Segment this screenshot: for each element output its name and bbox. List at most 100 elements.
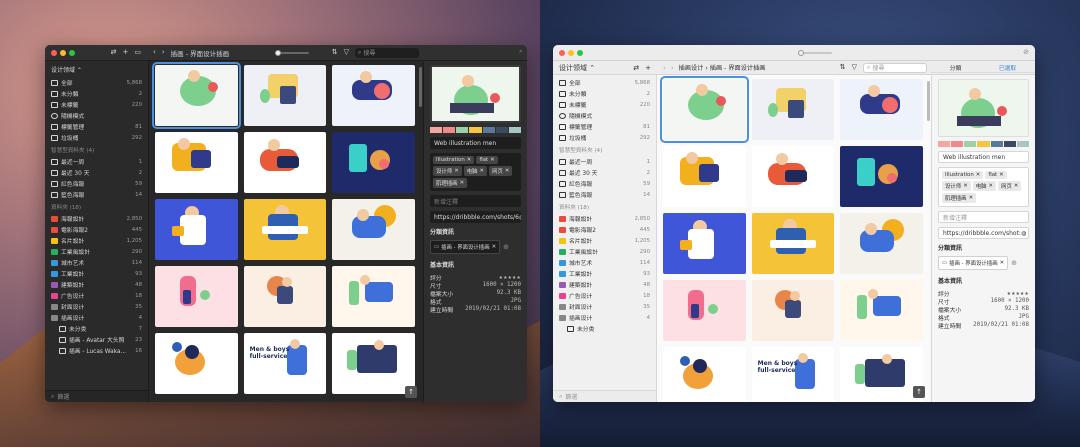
folder-item[interactable]: 广告设计 18 (45, 290, 148, 301)
url-field[interactable]: https://dribbble.com/shot: ◍ (938, 227, 1029, 239)
tag-chip[interactable]: 网页 ✕ (489, 166, 513, 176)
sidebar-item-uncategorized[interactable]: 未分類 2 (45, 88, 148, 99)
color-swatch[interactable] (1016, 141, 1029, 147)
tag-chip[interactable]: 设计师 ✕ (433, 166, 462, 176)
image-thumbnail[interactable] (840, 146, 923, 207)
close-icon[interactable]: ✕ (454, 168, 459, 174)
close-icon[interactable]: ✕ (976, 172, 981, 178)
sync-icon[interactable]: ⇄ (633, 64, 639, 72)
sync-icon[interactable]: ⇄ (111, 49, 117, 56)
close-icon[interactable]: ✕ (1014, 183, 1019, 189)
image-thumbnail[interactable] (663, 213, 746, 274)
folder-item[interactable]: 封面设计 35 (45, 301, 148, 312)
note-field[interactable]: 新增注釋 (938, 211, 1029, 223)
image-thumbnail[interactable] (332, 65, 415, 126)
slider-knob[interactable] (275, 49, 282, 56)
image-thumbnail[interactable] (152, 62, 241, 129)
thumbnail-size-slider[interactable] (275, 49, 310, 56)
image-thumbnail[interactable] (243, 65, 327, 126)
tag-chip[interactable]: 电脑 ✕ (463, 166, 488, 176)
folder-item[interactable]: 名片設計 1,205 (45, 235, 148, 246)
smart-folder-item[interactable]: 紅色海報 59 (553, 178, 656, 189)
forward-icon[interactable]: › (162, 49, 165, 56)
folder-item[interactable]: 工業設計 93 (553, 268, 656, 279)
subfolder-item[interactable]: 未分类 7 (45, 323, 148, 334)
image-thumbnail[interactable] (751, 280, 835, 341)
slider-knob[interactable] (798, 49, 805, 56)
zoom-button[interactable] (577, 49, 583, 56)
smart-folder-item[interactable]: 紅色海報 59 (45, 178, 148, 189)
folders-header[interactable]: 資料夾 (18) (553, 200, 656, 213)
name-field[interactable]: Web illustration men (430, 137, 521, 149)
breadcrumb-parent[interactable]: 插画设计 (679, 65, 704, 72)
tag-chip[interactable]: 肌理插画 ✕ (942, 193, 977, 203)
close-panel-icon[interactable]: ✕ (519, 50, 523, 55)
close-icon[interactable]: ✕ (467, 157, 472, 163)
color-palette[interactable] (430, 127, 521, 133)
image-thumbnail[interactable] (751, 213, 835, 274)
image-thumbnail[interactable] (155, 132, 238, 193)
subfolder-item[interactable]: 插画 - Lucas Waka... 16 (45, 345, 148, 356)
url-field[interactable]: https://dribbble.com/shots/6◍ (430, 211, 521, 223)
folder-item[interactable]: 建築設計 48 (45, 279, 148, 290)
sidebar-item-trash[interactable]: 垃圾桶 292 (45, 132, 148, 143)
tag-chip[interactable]: flat ✕ (985, 171, 1007, 179)
grid-scrollbar[interactable] (419, 67, 422, 107)
color-swatch[interactable] (443, 127, 456, 133)
close-icon[interactable]: ✕ (963, 183, 968, 189)
note-field[interactable]: 新增注釋 (430, 195, 521, 207)
sidebar-filter-input[interactable]: ⌕ 篩選 (553, 390, 656, 402)
close-icon[interactable]: ✕ (480, 168, 485, 174)
forward-icon[interactable]: › (671, 64, 674, 72)
tag-chip[interactable]: 网页 ✕ (998, 181, 1022, 191)
tag-editor[interactable]: Illustration ✕ flat ✕ 设计师 ✕ 电脑 ✕ 网页 ✕ 肌理插画 ✕ (938, 167, 1029, 207)
folder-item[interactable]: 海報設計 2,850 (45, 213, 148, 224)
image-thumbnail[interactable] (751, 146, 835, 207)
folder-item[interactable]: 電影海報2 445 (45, 224, 148, 235)
sidebar-item-trash[interactable]: 垃圾桶 292 (553, 132, 656, 143)
color-swatch[interactable] (469, 127, 482, 133)
sidebar-item-tags[interactable]: 標籤管理 81 (45, 121, 148, 132)
image-thumbnail[interactable] (840, 280, 923, 341)
folder-item[interactable]: 工業風設計 290 (553, 246, 656, 257)
scroll-to-top-button[interactable]: ↑ (405, 386, 417, 398)
folder-item[interactable]: 海報設計 2,850 (553, 213, 656, 224)
image-thumbnail[interactable] (840, 347, 923, 402)
image-thumbnail[interactable] (663, 347, 746, 402)
image-thumbnail[interactable] (751, 79, 835, 140)
search-input[interactable]: ⌕ 搜尋 (355, 47, 419, 58)
scroll-to-top-button[interactable]: ↑ (913, 386, 925, 398)
library-switcher[interactable]: 设计领域 ⌃ (559, 63, 595, 73)
smart-folder-item[interactable]: 最近 30 天 2 (553, 167, 656, 178)
image-thumbnail[interactable]: Men & boys full-service (751, 347, 835, 402)
close-icon[interactable]: ✕ (1000, 260, 1005, 266)
smart-folder-item[interactable]: 最近一周 1 (553, 156, 656, 167)
smart-folder-item[interactable]: 藍色海報 14 (45, 189, 148, 200)
grid-scrollbar[interactable] (927, 81, 930, 121)
filter-icon[interactable]: ▽ (344, 49, 349, 56)
image-thumbnail[interactable] (243, 132, 327, 193)
image-thumbnail[interactable] (663, 146, 746, 207)
image-thumbnail[interactable] (155, 266, 238, 327)
tag-chip[interactable]: flat ✕ (476, 156, 498, 164)
smart-folder-item[interactable]: 最近一周 1 (45, 156, 148, 167)
color-swatch[interactable] (430, 127, 443, 133)
close-icon[interactable]: ✕ (460, 180, 465, 186)
color-swatch[interactable] (495, 127, 508, 133)
close-button[interactable] (51, 49, 57, 56)
minimize-button[interactable] (60, 49, 66, 56)
tab-categories[interactable]: 分類 (950, 63, 962, 72)
color-swatch[interactable] (508, 127, 521, 133)
pin-icon[interactable]: ⊘ (1023, 49, 1035, 56)
folder-item[interactable]: 工業設計 93 (45, 268, 148, 279)
sidebar-item-untagged[interactable]: 未標籤 220 (45, 99, 148, 110)
folder-item[interactable]: 城市艺术 114 (45, 257, 148, 268)
globe-icon[interactable]: ◍ (1021, 230, 1026, 237)
folder-item[interactable]: 插画设计 4 (45, 312, 148, 323)
close-icon[interactable]: ✕ (999, 172, 1004, 178)
tag-chip[interactable]: 电脑 ✕ (972, 181, 997, 191)
sidebar-toggle-icon[interactable]: ▭ (134, 49, 141, 56)
folder-item[interactable]: 广告设计 18 (553, 290, 656, 301)
color-swatch[interactable] (482, 127, 495, 133)
color-swatch[interactable] (456, 127, 469, 133)
